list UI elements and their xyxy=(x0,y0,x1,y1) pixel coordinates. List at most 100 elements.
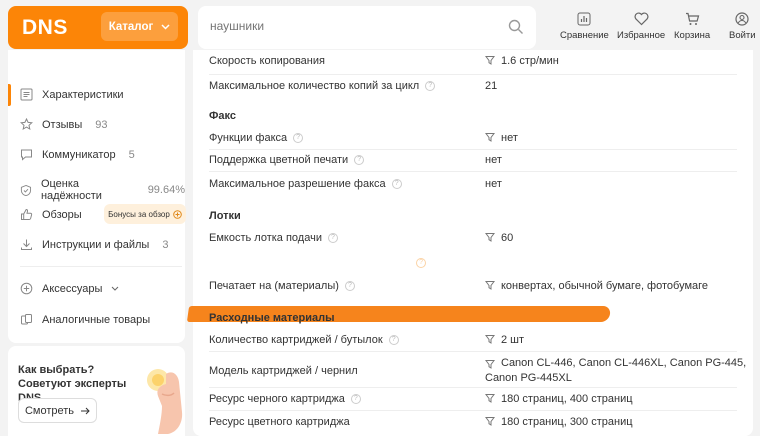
chat-icon xyxy=(21,149,32,161)
spec-row-print-media: Печатает на (материалы) ? xyxy=(209,280,355,292)
help-icon[interactable]: ? xyxy=(416,258,427,268)
filter-icon[interactable] xyxy=(485,334,495,344)
sidebar-item-specs[interactable]: Характеристики xyxy=(20,88,124,101)
help-icon[interactable]: ? xyxy=(391,179,402,189)
chevron-down-icon xyxy=(161,23,170,30)
spec-label: Максимальное количество копий за цикл xyxy=(209,80,420,92)
spec-label: Поддерживаемая плотность носителей xyxy=(209,257,411,269)
bonus-badge[interactable]: Бонусы за обзор xyxy=(104,204,186,224)
spec-value: Canon CL-446, Canon CL-446XL, Canon PG-4… xyxy=(485,356,747,386)
shield-icon xyxy=(20,184,32,196)
sidebar-item-accessories[interactable]: Аксессуары xyxy=(20,282,119,295)
spec-value: нет xyxy=(485,154,502,166)
spec-label: Печатает на (материалы) xyxy=(209,280,339,292)
thumbs-up-icon xyxy=(21,208,33,220)
spec-value: нет xyxy=(485,132,518,144)
user-icon xyxy=(735,12,749,26)
active-indicator xyxy=(8,84,11,106)
filter-icon[interactable] xyxy=(485,280,495,290)
row-divider xyxy=(209,149,737,150)
sidebar-item-reviews-articles[interactable]: Обзоры xyxy=(20,208,82,221)
spec-label: Количество картриджей / бутылок xyxy=(209,334,383,346)
spec-value-text: 180 страниц, 400 страниц xyxy=(501,393,633,405)
spec-row-cartridge-count: Количество картриджей / бутылок ? xyxy=(209,334,399,346)
filter-icon[interactable] xyxy=(485,232,495,242)
catalog-label: Каталог xyxy=(108,20,154,33)
spec-label: Модель картриджей / чернил xyxy=(209,365,358,377)
spec-label: Максимальное разрешение факса xyxy=(209,178,386,190)
star-icon xyxy=(20,118,33,130)
sidebar-item-reliability[interactable]: Оценка надёжности 99.64% xyxy=(20,178,185,202)
spec-label: Скорость копирования xyxy=(209,55,325,67)
sidebar-item-label: Аналогичные товары xyxy=(42,313,151,326)
spec-value: 60 xyxy=(485,232,513,244)
dns-logo[interactable]: DNS xyxy=(22,16,68,40)
spec-value-text: нет xyxy=(485,178,502,190)
sidebar-item-manuals[interactable]: Инструкции и файлы 3 xyxy=(20,238,168,251)
specs-panel: Скорость копирования 1.6 стр/мин Максима… xyxy=(186,50,753,436)
product-sidebar: Характеристики Отзывы 93 Коммуникатор 5 … xyxy=(8,50,185,343)
spec-label: Ресурс черного картриджа xyxy=(209,393,345,405)
filter-icon[interactable] xyxy=(485,55,495,65)
sidebar-item-label: Аксессуары xyxy=(42,282,103,295)
row-divider xyxy=(209,171,737,172)
spec-label: Функции факса xyxy=(209,132,288,144)
sidebar-item-label: Отзывы xyxy=(42,118,83,131)
row-divider xyxy=(209,74,737,75)
search-icon[interactable] xyxy=(508,19,524,35)
download-icon xyxy=(21,239,32,250)
nav-cart[interactable]: Корзина xyxy=(674,12,710,41)
nav-cart-label: Корзина xyxy=(674,30,711,41)
spec-value-text: 64 - 275 г/м2 xyxy=(501,257,566,269)
help-icon[interactable]: ? xyxy=(293,133,304,143)
spec-value-text: нет xyxy=(501,132,518,144)
sidebar-item-similar[interactable]: Аналогичные товары xyxy=(20,313,150,326)
cart-icon xyxy=(685,12,699,25)
nav-compare[interactable]: Сравнение xyxy=(560,12,609,41)
spec-row-black-yield: Ресурс черного картриджа ? xyxy=(209,393,361,405)
spec-label: Ресурс цветного картриджа xyxy=(209,416,350,428)
help-icon[interactable]: ? xyxy=(344,281,355,291)
spec-row-max-copies: Максимальное количество копий за цикл ? xyxy=(209,80,436,92)
nav-login[interactable]: Войти xyxy=(729,12,756,41)
watch-button[interactable]: Смотреть xyxy=(18,398,97,423)
search-input[interactable] xyxy=(210,19,500,33)
spec-row-color-print: Поддержка цветной печати ? xyxy=(209,154,365,166)
heart-icon xyxy=(634,12,649,26)
catalog-button[interactable]: Каталог xyxy=(101,12,178,41)
plus-circle-icon xyxy=(20,282,33,295)
sidebar-item-label: Оценка надёжности xyxy=(40,178,102,202)
spec-label: Поддержка цветной печати xyxy=(209,154,349,166)
nav-favorites-label: Избранное xyxy=(617,30,666,41)
sidebar-item-reviews[interactable]: Отзывы 93 xyxy=(20,118,108,131)
spec-label: Емкость лотка подачи xyxy=(209,232,322,244)
help-icon[interactable]: ? xyxy=(354,155,365,165)
spec-value-text: нет xyxy=(485,154,502,166)
reviews-count: 93 xyxy=(95,118,108,131)
plus-circle-icon xyxy=(173,209,182,219)
section-title-consumables: Расходные материалы xyxy=(209,312,335,324)
filter-icon[interactable] xyxy=(485,393,495,403)
spec-value: нет xyxy=(485,178,502,190)
row-divider xyxy=(209,387,737,388)
bonus-label: Бонусы за обзор xyxy=(108,209,170,219)
sidebar-item-communicator[interactable]: Коммуникатор 5 xyxy=(20,148,135,161)
filter-icon[interactable] xyxy=(485,132,495,142)
help-icon[interactable]: ? xyxy=(350,394,361,404)
filter-icon[interactable] xyxy=(485,257,495,267)
filter-icon[interactable] xyxy=(485,416,495,426)
header-logo-block: DNS Каталог xyxy=(8,6,188,49)
help-icon[interactable]: ? xyxy=(425,81,436,91)
sidebar-item-label: Коммуникатор xyxy=(42,148,116,161)
spec-value-text: 2 шт xyxy=(501,334,525,346)
help-icon[interactable]: ? xyxy=(327,233,338,243)
section-title-trays: Лотки xyxy=(209,210,241,222)
search-bar xyxy=(198,6,536,49)
spec-value-text: 21 xyxy=(485,80,498,92)
help-icon[interactable]: ? xyxy=(388,335,399,345)
spec-value-text: 180 страниц, 300 страниц xyxy=(501,416,633,428)
nav-favorites[interactable]: Избранное xyxy=(617,12,665,41)
expert-advice-card: Как выбрать? Советуют эксперты DNS Смотр… xyxy=(8,346,185,436)
spec-value-text: 60 xyxy=(501,232,514,244)
nav-login-label: Войти xyxy=(729,30,756,41)
